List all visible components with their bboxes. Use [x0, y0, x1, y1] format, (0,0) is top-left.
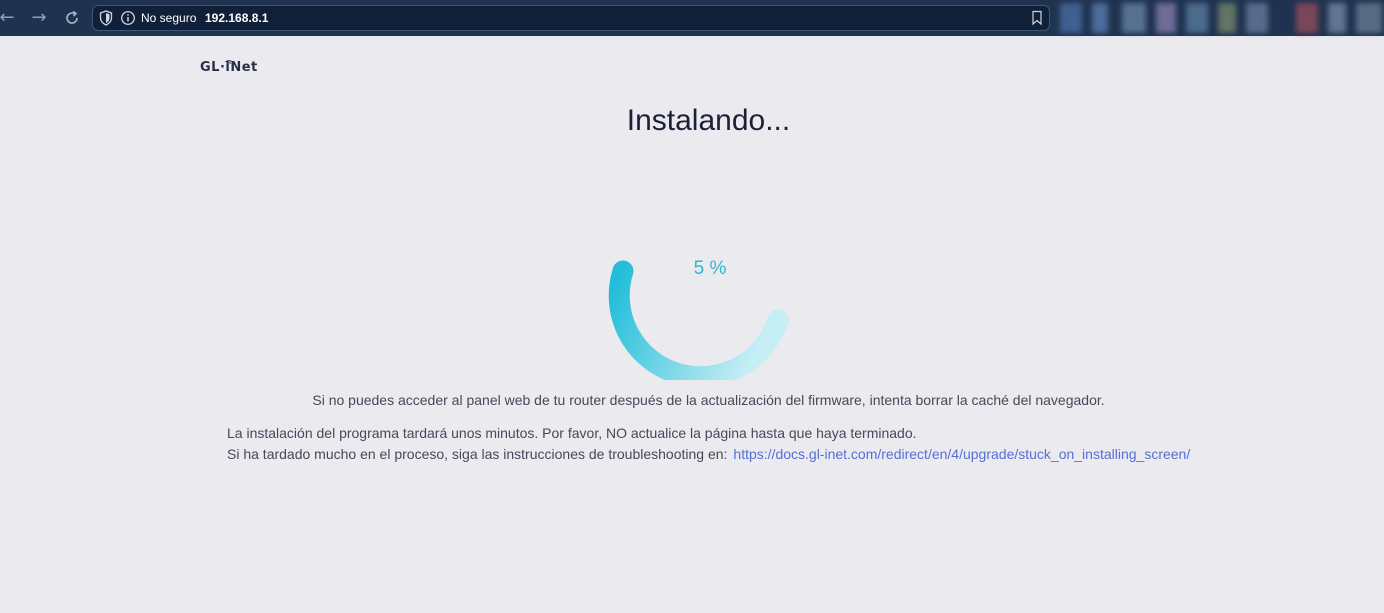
reload-icon[interactable]: [61, 7, 83, 29]
url-text[interactable]: 192.168.8.1: [205, 11, 268, 25]
extension-icons: [1058, 3, 1384, 33]
wifi-icon: [224, 54, 234, 69]
page-title: Instalando...: [626, 104, 791, 137]
gl-inet-logo: GL·iNet: [200, 60, 258, 75]
troubleshooting-link[interactable]: https://docs.gl-inet.com/redirect/en/4/u…: [733, 446, 1190, 462]
arrow-left-icon[interactable]: ←: [0, 7, 18, 29]
address-bar[interactable]: No seguro 192.168.8.1: [92, 5, 1050, 31]
bookmark-icon[interactable]: [1031, 10, 1047, 26]
info-line-2: Si ha tardado mucho en el proceso, siga …: [227, 444, 1190, 465]
progress-percent: 5 %: [693, 258, 727, 279]
info-icon[interactable]: [120, 10, 136, 26]
install-info: La instalación del programa tardará unos…: [227, 423, 1190, 465]
shield-icon[interactable]: [99, 10, 115, 26]
cache-hint: Si no puedes acceder al panel web de tu …: [312, 392, 1105, 408]
browser-toolbar: ← → No seguro 192.168.8.1: [0, 0, 1384, 36]
arrow-right-icon[interactable]: →: [28, 7, 50, 29]
progress-arc: [608, 260, 789, 388]
info-line-1: La instalación del programa tardará unos…: [227, 425, 917, 441]
security-label: No seguro: [141, 11, 197, 25]
info-line-2-text: Si ha tardado mucho en el proceso, siga …: [227, 446, 728, 462]
